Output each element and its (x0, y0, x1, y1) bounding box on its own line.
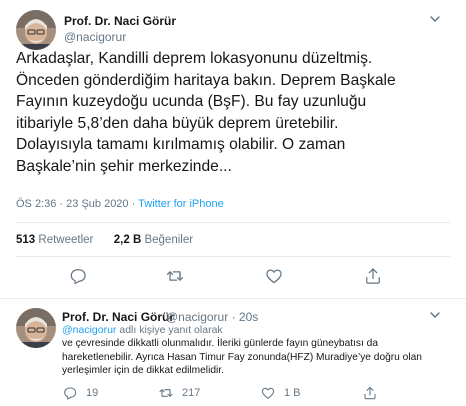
reply-mention[interactable]: @nacigorur (62, 324, 116, 336)
tweet-meta: ÖS 2:36 · 23 Şub 2020 · Twitter for iPho… (16, 198, 224, 210)
reply-tweet[interactable]: Prof. Dr. Naci Görür @nacigorur · 20s @n… (0, 300, 466, 406)
likes-label: Beğeniler (144, 234, 194, 246)
reply-handle[interactable]: @nacigorur (166, 310, 228, 324)
retweets-count: 513 (16, 234, 36, 246)
retweet-count: 217 (182, 387, 201, 399)
reply-suffix: adlı kişiye yanıt olarak (119, 324, 223, 336)
tweet-page: Prof. Dr. Naci Görür @nacigorur Arkadaşl… (0, 0, 466, 406)
divider (16, 256, 450, 257)
replying-to: @nacigorur adlı kişiye yanıt olarak (62, 324, 223, 336)
heart-icon (261, 387, 275, 399)
reply-text: ve çevresinde dikkatli olunmalıdır. İler… (62, 338, 422, 377)
retweet-icon (159, 389, 173, 397)
share-icon (364, 386, 376, 400)
reply-action[interactable]: 19 (62, 384, 98, 402)
tweet-stats: 513 Retweetler 2,2 B Beğeniler (16, 234, 193, 246)
reply-icon (64, 387, 77, 400)
avatar[interactable] (16, 10, 56, 50)
avatar[interactable] (16, 308, 56, 348)
reply-author-handle: @nacigorur · 20s (166, 310, 258, 324)
divider (16, 222, 450, 223)
tweet-time[interactable]: ÖS 2:36 (16, 198, 56, 210)
likes-stat[interactable]: 2,2 B Beğeniler (114, 234, 193, 246)
reply-age[interactable]: 20s (239, 310, 258, 324)
reply-actions: 19 217 1 B (62, 384, 462, 402)
chevron-down-icon[interactable] (428, 308, 442, 322)
reply-separator: · (231, 310, 236, 324)
retweet-action[interactable]: 217 (158, 384, 200, 402)
share-icon[interactable] (363, 266, 383, 286)
author-handle[interactable]: @nacigorur (64, 30, 126, 44)
tweet-date[interactable]: 23 Şub 2020 (66, 198, 128, 210)
tweet-text: Arkadaşlar, Kandilli deprem lokasyonunu … (16, 50, 396, 175)
reply-author-name[interactable]: Prof. Dr. Naci Görür (62, 310, 174, 324)
divider (0, 298, 466, 299)
chevron-down-icon[interactable] (428, 12, 442, 26)
reply-icon[interactable] (68, 266, 88, 286)
retweets-stat[interactable]: 513 Retweetler (16, 234, 93, 246)
reply-count: 19 (86, 387, 99, 399)
heart-icon[interactable] (264, 266, 284, 286)
author-name[interactable]: Prof. Dr. Naci Görür (64, 14, 176, 28)
retweet-icon[interactable] (165, 266, 185, 286)
like-action[interactable]: 1 B (260, 384, 301, 402)
share-action[interactable] (362, 384, 386, 402)
tweet-source[interactable]: Twitter for iPhone (138, 198, 224, 210)
tweet-actions (0, 266, 466, 290)
likes-count: 2,2 B (113, 234, 142, 246)
like-count: 1 B (284, 387, 301, 399)
retweets-label: Retweetler (38, 234, 94, 246)
